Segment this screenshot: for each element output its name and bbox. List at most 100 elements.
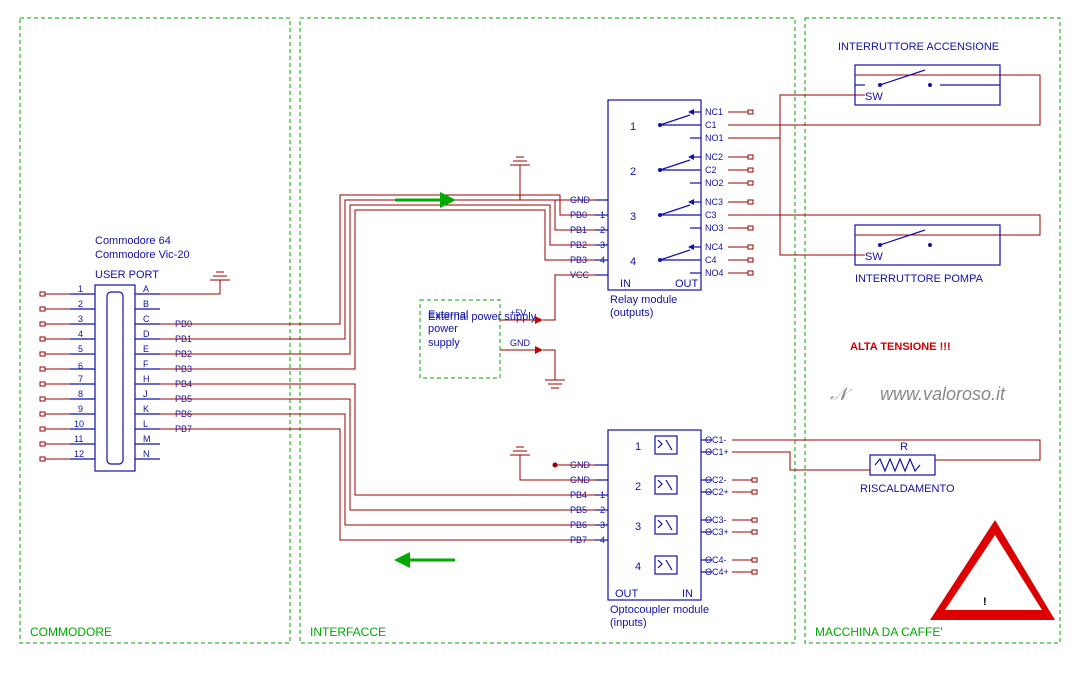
- svg-text:PB2: PB2: [570, 240, 587, 250]
- userport-label: USER PORT: [95, 269, 159, 281]
- warning-triangle-icon: !: [930, 520, 1055, 620]
- svg-text:OC1-: OC1-: [705, 435, 727, 445]
- svg-text:OC2-: OC2-: [705, 475, 727, 485]
- svg-text:6: 6: [78, 361, 83, 371]
- opto-title: Optocoupler module: [610, 604, 709, 616]
- svg-text:1: 1: [78, 284, 83, 294]
- svg-text:F: F: [143, 359, 149, 369]
- arrow-right-icon: [395, 192, 456, 208]
- svg-text:1: 1: [630, 121, 636, 133]
- relay-contacts: [658, 109, 701, 273]
- svg-text:SW: SW: [865, 91, 883, 103]
- svg-text:L: L: [143, 419, 148, 429]
- c64-line2: Commodore Vic-20: [95, 249, 190, 261]
- svg-text:2: 2: [78, 299, 83, 309]
- svg-text:SW: SW: [865, 251, 883, 263]
- section-right-label: MACCHINA DA CAFFE': [815, 625, 943, 639]
- svg-text:IN: IN: [620, 278, 631, 290]
- svg-text:3: 3: [600, 520, 605, 530]
- c64-line1: Commodore 64: [95, 235, 171, 247]
- relay-title: Relay module: [610, 294, 677, 306]
- svg-text:PB0: PB0: [570, 210, 587, 220]
- arrow-left-icon: [394, 552, 455, 568]
- gnd-symbol-psu: [545, 380, 565, 388]
- svg-text:R: R: [900, 441, 908, 453]
- svg-text:9: 9: [78, 404, 83, 414]
- svg-text:H: H: [143, 374, 150, 384]
- section-commodore: [20, 18, 290, 643]
- relay-module: [608, 100, 701, 290]
- url-text: www.valoroso.it: [880, 384, 1006, 404]
- svg-text:IN: IN: [682, 588, 693, 600]
- svg-text:3: 3: [78, 314, 83, 324]
- svg-text:2: 2: [600, 505, 605, 515]
- psu-t1: External: [428, 309, 468, 321]
- svg-text:A: A: [143, 284, 149, 294]
- psu-t2: power: [428, 323, 458, 335]
- svg-text:NO4: NO4: [705, 268, 724, 278]
- svg-text:5: 5: [78, 344, 83, 354]
- svg-text:J: J: [143, 389, 148, 399]
- svg-text:4: 4: [630, 256, 636, 268]
- section-left-label: COMMODORE: [30, 625, 112, 639]
- gnd-symbol-opto: [510, 447, 530, 455]
- gnd-symbol-userport: [210, 272, 230, 280]
- svg-text:1: 1: [635, 441, 641, 453]
- svg-text:3: 3: [635, 521, 641, 533]
- svg-text:VCC: VCC: [570, 270, 590, 280]
- svg-text:NO2: NO2: [705, 178, 724, 188]
- svg-text:NC2: NC2: [705, 152, 723, 162]
- svg-text:NO3: NO3: [705, 223, 724, 233]
- svg-text:C2: C2: [705, 165, 717, 175]
- svg-text:OC3-: OC3-: [705, 515, 727, 525]
- high-voltage-warning: ALTA TENSIONE !!!: [850, 341, 951, 353]
- svg-text:4: 4: [635, 561, 641, 573]
- svg-text:C3: C3: [705, 210, 717, 220]
- svg-text:8: 8: [78, 389, 83, 399]
- svg-text:PB4: PB4: [570, 490, 587, 500]
- svg-text:!: !: [983, 596, 987, 608]
- svg-text:C: C: [143, 314, 150, 324]
- svg-text:OC4+: OC4+: [705, 567, 729, 577]
- svg-text:7: 7: [78, 374, 83, 384]
- svg-text:PB5: PB5: [570, 505, 587, 515]
- logo-icon: 𝒩: [830, 384, 853, 404]
- svg-text:PB7: PB7: [570, 535, 587, 545]
- svg-text:4: 4: [78, 329, 83, 339]
- schematic-diagram: COMMODORE INTERFACCE MACCHINA DA CAFFE' …: [0, 0, 1080, 674]
- svg-text:M: M: [143, 434, 151, 444]
- svg-text:(outputs): (outputs): [610, 307, 653, 319]
- svg-text:OUT: OUT: [675, 278, 699, 290]
- label-accensione: INTERRUTTORE ACCENSIONE: [838, 41, 999, 53]
- label-riscaldamento: RISCALDAMENTO: [860, 483, 955, 495]
- svg-text:12: 12: [74, 449, 84, 459]
- section-mid-label: INTERFACCE: [310, 625, 386, 639]
- svg-text:GND: GND: [570, 195, 591, 205]
- svg-text:B: B: [143, 299, 149, 309]
- svg-text:E: E: [143, 344, 149, 354]
- section-machine: [805, 18, 1060, 643]
- svg-text:11: 11: [74, 434, 83, 444]
- svg-text:D: D: [143, 329, 150, 339]
- svg-text:10: 10: [74, 419, 84, 429]
- svg-text:4: 4: [600, 535, 605, 545]
- userport-pins: 1 2 3 4 5 6 7 8 9 10 11 12 A B CPB0 DPB1…: [40, 284, 192, 461]
- svg-text:PB6: PB6: [570, 520, 587, 530]
- svg-text:PB3: PB3: [570, 255, 587, 265]
- svg-text:3: 3: [630, 211, 636, 223]
- svg-text:OC4-: OC4-: [705, 555, 727, 565]
- svg-text:C1: C1: [705, 120, 717, 130]
- svg-text:1: 1: [600, 490, 605, 500]
- svg-text:OC2+: OC2+: [705, 487, 729, 497]
- label-pompa: INTERRUTTORE POMPA: [855, 273, 984, 285]
- psu-t3: supply: [428, 337, 460, 349]
- svg-text:NC3: NC3: [705, 197, 723, 207]
- svg-text:OUT: OUT: [615, 588, 639, 600]
- svg-text:(inputs): (inputs): [610, 617, 647, 629]
- svg-text:OC3+: OC3+: [705, 527, 729, 537]
- svg-text:NC4: NC4: [705, 242, 723, 252]
- psu-5v: +5V: [510, 308, 526, 318]
- psu-gnd: GND: [510, 338, 531, 348]
- svg-text:OC1+: OC1+: [705, 447, 729, 457]
- svg-text:PB1: PB1: [570, 225, 587, 235]
